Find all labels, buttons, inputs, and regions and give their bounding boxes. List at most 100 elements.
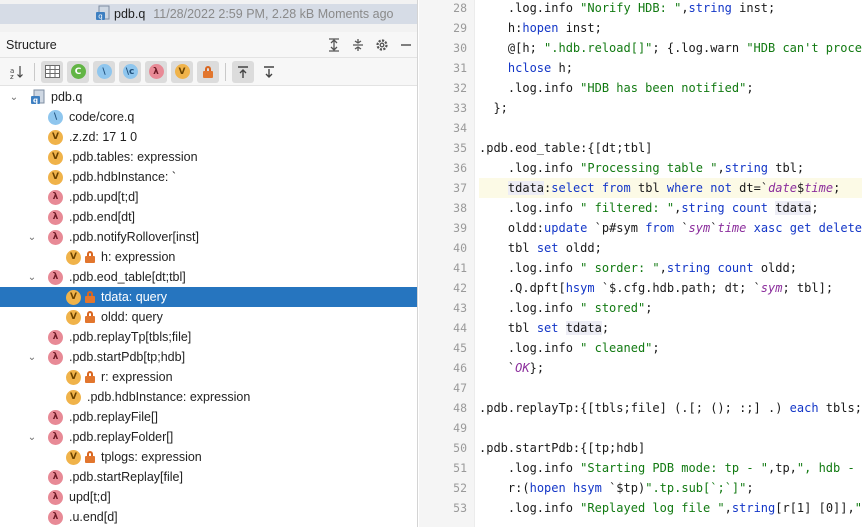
sort-alpha-icon[interactable]: az (6, 61, 28, 83)
tree-row-label: upd[t;d] (69, 490, 111, 504)
line-number: 38 (453, 201, 467, 215)
line-number-gutter: 28 29 30 31 32 33 34 35 36 37 38 39 40 41 42 43 44 45 46 47… (419, 0, 475, 527)
code-token: .log.info (507, 461, 581, 475)
gear-icon[interactable] (370, 34, 394, 56)
tree-row[interactable]: V .pdb.tables: expression (0, 147, 417, 167)
tree-row[interactable]: ⌄ q pdb.q (0, 87, 417, 107)
code-token: ; (645, 301, 653, 315)
code-line[interactable]: tdata:select from tbl where not dt=`date… (479, 178, 862, 198)
code-token: not (710, 181, 732, 195)
project-file-row[interactable]: q pdb.q 11/28/2022 2:59 PM, 2.28 kB Mome… (0, 4, 417, 24)
code-token: , (659, 261, 667, 275)
expand-arrow-icon[interactable]: ⌄ (26, 431, 38, 443)
expand-arrow-icon[interactable]: ⌄ (8, 91, 20, 103)
tree-row[interactable]: V .pdb.hdbInstance: ` (0, 167, 417, 187)
navigate-up-icon[interactable] (232, 60, 254, 83)
tree-row[interactable]: V .z.zd: 17 1 0 (0, 127, 417, 147)
q-file-icon: q (30, 89, 45, 105)
code-line[interactable]: .log.info "HDB has been notified"; (479, 78, 862, 98)
expand-all-icon[interactable] (322, 34, 346, 56)
namespace-icon[interactable]: \c (119, 60, 141, 83)
code-line[interactable]: .log.info "Replayed log file ",string[r[… (479, 498, 862, 518)
tree-row[interactable]: Vr: expression (0, 367, 417, 387)
expand-arrow-icon[interactable]: ⌄ (26, 231, 38, 243)
code-token: "Processing table " (580, 161, 718, 175)
code-token: , (717, 161, 725, 175)
structure-tree: ⌄ q pdb.q \ code/core.q V .z.zd: 17 1 0 V .pdb.t… (0, 87, 417, 527)
code-line[interactable]: @[h; ".hdb.reload[]"; {.log.warn "HDB ca… (479, 38, 862, 58)
line-number: 35 (453, 141, 467, 155)
code-line[interactable]: .Q.dpft[hsym `$.cfg.hdb.path; dt; `sym; … (479, 278, 862, 298)
code-line[interactable]: hclose h; (479, 58, 862, 78)
code-token: "HDB has been notified" (580, 81, 747, 95)
tree-row[interactable]: λ .pdb.startReplay[file] (0, 467, 417, 487)
code-line[interactable]: .log.info "Processing table ",string tbl… (479, 158, 862, 178)
tree-row[interactable]: λ .pdb.upd[t;d] (0, 187, 417, 207)
variable-icon: V (66, 389, 81, 405)
lambda-filter-icon[interactable]: λ (145, 60, 167, 83)
tree-row[interactable]: ⌄ λ .pdb.notifyRollover[inst] (0, 227, 417, 247)
code-line[interactable]: .log.info "Norify HDB: ",string inst; (479, 0, 862, 18)
code-token: hsym (565, 281, 595, 295)
collapse-all-icon[interactable] (346, 34, 370, 56)
tree-row[interactable]: λ .u.end[d] (0, 507, 417, 527)
code-line[interactable] (479, 118, 862, 138)
tree-row[interactable]: λ upd[t;d] (0, 487, 417, 507)
code-token: .log.info (507, 1, 581, 15)
code-token: .log.info (507, 261, 581, 275)
q-file-filter-icon[interactable]: \ (93, 60, 115, 83)
code-line[interactable]: .pdb.replayTp:{[tbls;file] (.[; (); :;] … (479, 398, 862, 418)
code-line[interactable]: }; (479, 98, 862, 118)
variable-filter-icon[interactable]: V (171, 60, 193, 83)
lambda-icon: λ (48, 269, 63, 285)
code-line[interactable]: oldd:update `p#sym from `sym`time xasc g… (479, 218, 862, 238)
code-line[interactable]: tbl set oldd; (479, 238, 862, 258)
tree-row[interactable]: λ .pdb.end[dt] (0, 207, 417, 227)
code-line[interactable]: .log.info " sorder: ",string count oldd; (479, 258, 862, 278)
code-line[interactable]: .pdb.startPdb:{[tp;hdb] (479, 438, 862, 458)
tree-row[interactable]: ⌄ λ .pdb.startPdb[tp;hdb] (0, 347, 417, 367)
code-token: .log.info (507, 301, 581, 315)
code-line[interactable]: .log.info "Starting PDB mode: tp - ",tp,… (479, 458, 862, 478)
code-token: from (645, 221, 675, 235)
tree-row[interactable]: Vh: expression (0, 247, 417, 267)
tree-row[interactable]: ⌄ λ .pdb.eod_table[dt;tbl] (0, 267, 417, 287)
code-line[interactable]: .pdb.eod_table:{[dt;tbl] (479, 138, 862, 158)
expand-arrow-icon[interactable]: ⌄ (26, 271, 38, 283)
code-editor[interactable]: 28 29 30 31 32 33 34 35 36 37 38 39 40 41 42 43 44 45 46 47… (419, 0, 862, 527)
code-line[interactable]: `OK}; (479, 358, 862, 378)
code-line[interactable]: h:hopen inst; (479, 18, 862, 38)
tree-row[interactable]: Voldd: query (0, 307, 417, 327)
line-number: 47 (453, 381, 467, 395)
code-line[interactable]: tbl set tdata; (479, 318, 862, 338)
code-line[interactable] (479, 378, 862, 398)
code-token: @[h; (507, 41, 545, 55)
tree-row[interactable]: Vtdata: query (0, 287, 417, 307)
tree-row[interactable]: λ .pdb.replayTp[tbls;file] (0, 327, 417, 347)
code-line[interactable]: .log.info " stored"; (479, 298, 862, 318)
tree-row[interactable]: Vtplogs: expression (0, 447, 417, 467)
lock-icon (85, 291, 95, 303)
variable-icon: V (48, 149, 63, 165)
tree-row[interactable]: \ code/core.q (0, 107, 417, 127)
project-next-row[interactable]: ··· · (96, 24, 116, 32)
tree-row[interactable]: V .pdb.hdbInstance: expression (0, 387, 417, 407)
context-filter-icon[interactable]: C (67, 60, 89, 83)
lambda-icon: λ (48, 329, 63, 345)
code-line[interactable]: .log.info " filtered: ",string count tda… (479, 198, 862, 218)
lock-filter-icon[interactable] (197, 60, 219, 83)
tree-row-label: .pdb.replayFolder[] (69, 430, 174, 444)
minimize-icon[interactable] (394, 34, 417, 56)
expand-arrow-icon[interactable]: ⌄ (26, 351, 38, 363)
tree-row[interactable]: λ .pdb.replayFile[] (0, 407, 417, 427)
table-filter-icon[interactable] (41, 60, 63, 83)
tree-row[interactable]: ⌄ λ .pdb.replayFolder[] (0, 427, 417, 447)
code-line[interactable]: .log.info " cleaned"; (479, 338, 862, 358)
code-line[interactable] (479, 418, 862, 438)
code-line[interactable]: r:(hopen hsym `$tp)".tp.sub[`;`]"; (479, 478, 862, 498)
navigate-down-icon[interactable] (258, 61, 280, 83)
